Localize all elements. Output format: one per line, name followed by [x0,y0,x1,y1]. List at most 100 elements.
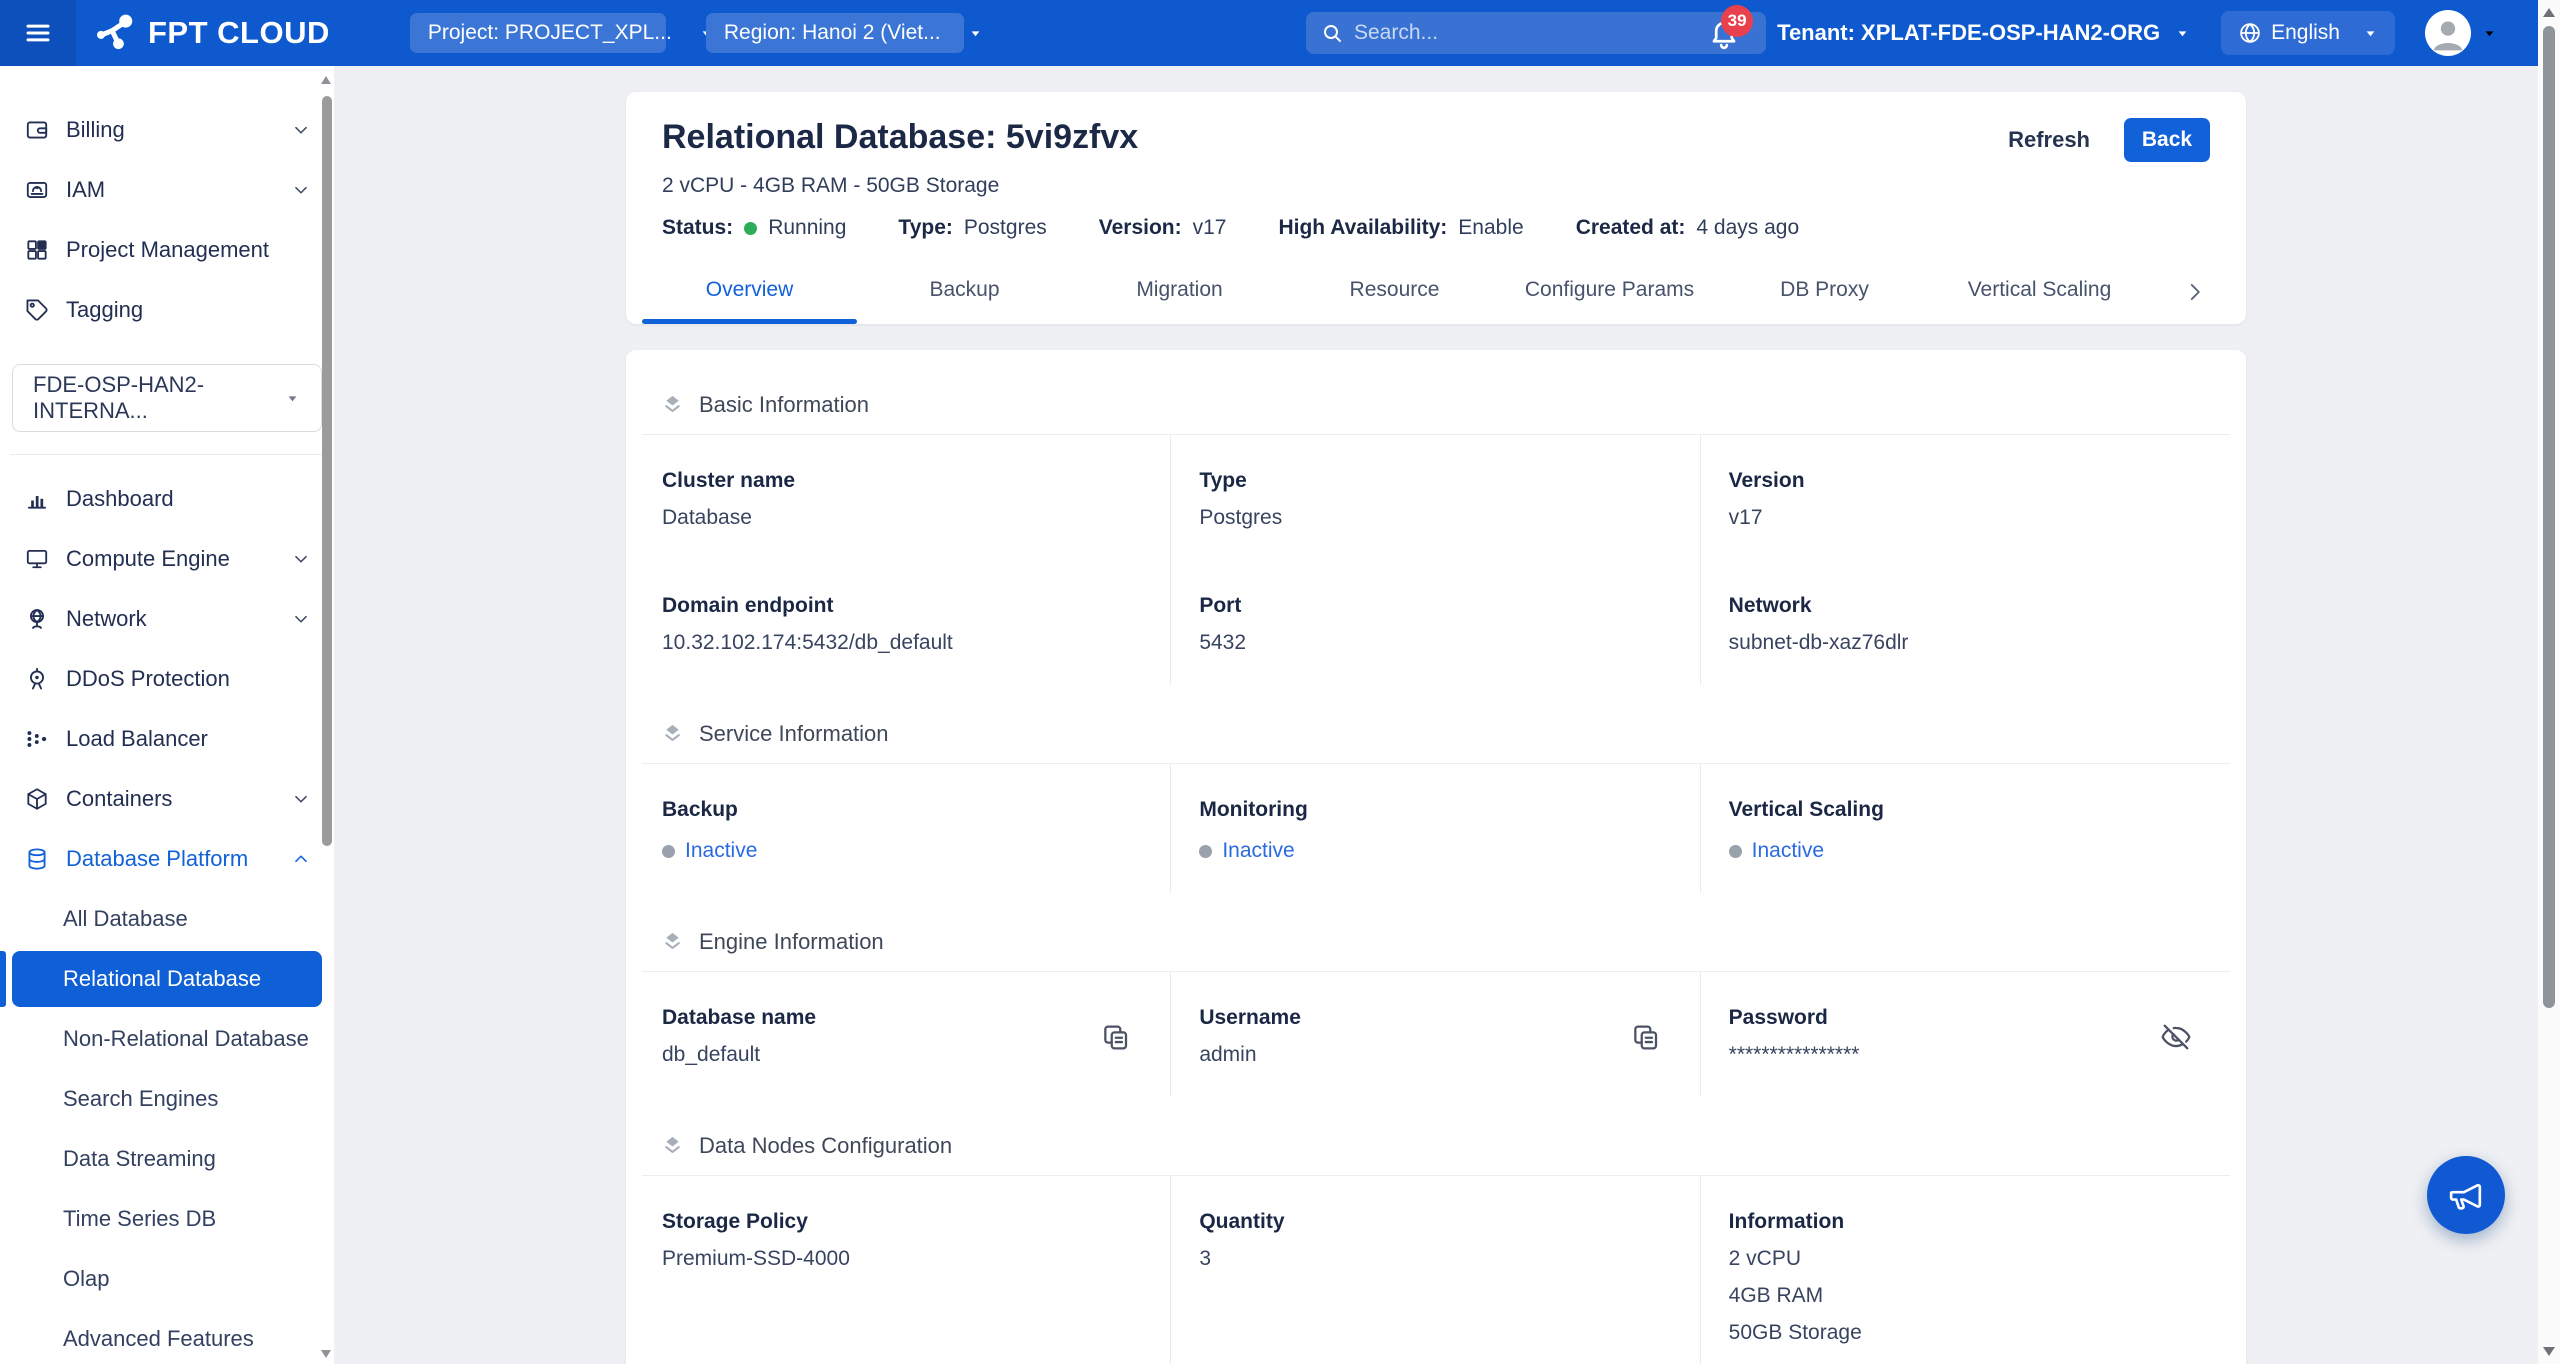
info-cell-network: Network subnet-db-xaz76dlr [1701,560,2230,685]
tab-backup[interactable]: Backup [857,278,1072,324]
sidebar-scrollbar[interactable] [322,96,332,846]
info-cell-version: Version v17 [1701,435,2230,560]
nodes-icon [24,726,50,752]
copy-button[interactable] [1630,1021,1662,1053]
sidebar-item-label: IAM [66,177,274,203]
project-dropdown[interactable]: Project: PROJECT_XPL... [410,13,666,53]
globe-stand-icon [24,606,50,632]
tab-migration[interactable]: Migration [1072,278,1287,324]
copy-button[interactable] [1100,1021,1132,1053]
caret-down-icon [2481,25,2498,42]
language-label: English [2271,21,2340,45]
project-dropdown-label: Project: PROJECT_XPL... [428,21,672,45]
sidebar-subitem-all-database[interactable]: All Database [0,889,334,949]
info-row: Cluster name Database Type Postgres Vers… [642,435,2230,560]
database-icon [24,846,50,872]
sidebar-subitem-non-relational-database[interactable]: Non-Relational Database [0,1009,334,1069]
sidebar-scroll-down-arrow[interactable] [321,1350,331,1358]
page-scrollbar-track[interactable] [2538,0,2560,1364]
page-scroll-up-arrow[interactable] [2543,8,2555,17]
announcement-fab[interactable] [2427,1156,2505,1234]
sidebar-subitem-search-engines[interactable]: Search Engines [0,1069,334,1129]
sidebar-item-containers[interactable]: Containers [0,769,334,829]
box-icon [24,786,50,812]
tab-resource[interactable]: Resource [1287,278,1502,324]
tabs-bar: OverviewBackupMigrationResourceConfigure… [626,260,2246,324]
chevron-down-icon [290,548,312,570]
sidebar-subitem-advanced-features[interactable]: Advanced Features [0,1309,334,1364]
inactive-dot [1729,845,1742,858]
tab-vertical-scaling[interactable]: Vertical Scaling [1932,278,2147,324]
sidebar-item-label: Tagging [66,297,312,323]
info-cell-monitoring: Monitoring Inactive [1171,764,1700,893]
sidebar-item-iam[interactable]: IAM [0,160,334,220]
sidebar-item-ddos-protection[interactable]: DDoS Protection [0,649,334,709]
sidebar-subitem-label: All Database [63,906,188,932]
tab-configure-params[interactable]: Configure Params [1502,278,1717,324]
monitoring-status-link[interactable]: Inactive [1222,839,1294,863]
sidebar-item-network[interactable]: Network [0,589,334,649]
sidebar-item-dashboard[interactable]: Dashboard [0,469,334,529]
page-scroll-down-arrow[interactable] [2543,1347,2555,1356]
sidebar-subitem-relational-database[interactable]: Relational Database [12,951,322,1007]
search-input[interactable] [1354,21,1752,45]
info-cell-information: Information 2 vCPU4GB RAM50GB Storage [1701,1176,2230,1364]
id-card-icon [24,177,50,203]
sidebar-item-project-management[interactable]: Project Management [0,220,334,280]
page-scrollbar-thumb[interactable] [2543,26,2555,1008]
info-cell-vertical-scaling: Vertical Scaling Inactive [1701,764,2230,893]
sidebar-item-load-balancer[interactable]: Load Balancer [0,709,334,769]
info-cell-quantity: Quantity 3 [1171,1176,1700,1364]
sidebar-item-compute-engine[interactable]: Compute Engine [0,529,334,589]
meta-version: Version: v17 [1099,216,1227,240]
sidebar-item-label: DDoS Protection [66,666,312,692]
sidebar-item-tagging[interactable]: Tagging [0,280,334,340]
caret-down-icon [2174,25,2191,42]
inactive-dot [1199,845,1212,858]
caret-down-icon [284,390,301,407]
sidebar-scroll-up-arrow[interactable] [321,76,331,84]
sidebar-subitem-label: Relational Database [63,966,261,992]
page-title: Relational Database: 5vi9zfvx [662,118,1138,157]
database-meta-row: Status: Running Type: Postgres Version: … [626,216,2246,240]
sidebar-subitem-label: Olap [63,1266,109,1292]
sidebar-item-billing[interactable]: Billing [0,100,334,160]
copy-icon [1100,1021,1132,1053]
info-row: Backup Inactive Monitoring Inactive Vert… [642,764,2230,893]
refresh-button[interactable]: Refresh [2008,127,2090,153]
tabs-overflow-button[interactable] [2182,279,2208,305]
section-header-service-information: Service Information [660,721,2212,747]
back-button[interactable]: Back [2124,118,2210,162]
chevron-down-icon [290,608,312,630]
backup-status-link[interactable]: Inactive [685,839,757,863]
overview-content-card: Basic Information Cluster name Database … [626,350,2246,1364]
sidebar-item-label: Compute Engine [66,546,274,572]
region-dropdown-label: Region: Hanoi 2 (Viet... [724,21,941,45]
sidebar-subitem-olap[interactable]: Olap [0,1249,334,1309]
sidebar-item-label: Load Balancer [66,726,312,752]
caret-down-icon [2362,25,2379,42]
org-select[interactable]: FDE-OSP-HAN2-INTERNA... [12,364,322,432]
sidebar-subitem-data-streaming[interactable]: Data Streaming [0,1129,334,1189]
region-dropdown[interactable]: Region: Hanoi 2 (Viet... [706,13,964,53]
tenant-dropdown[interactable]: Tenant: XPLAT-FDE-OSP-HAN2-ORG [1777,20,2191,46]
vertical-scaling-status-link[interactable]: Inactive [1752,839,1824,863]
user-menu[interactable] [2425,10,2498,56]
chevron-down-icon [290,788,312,810]
avatar [2425,10,2471,56]
language-dropdown[interactable]: English [2221,11,2395,55]
sidebar-subitem-time-series-db[interactable]: Time Series DB [0,1189,334,1249]
notifications-button[interactable]: 39 [1707,11,1747,55]
layers-icon [660,393,685,418]
tab-db-proxy[interactable]: DB Proxy [1717,278,1932,324]
hamburger-menu-button[interactable] [0,0,76,66]
tab-overview[interactable]: Overview [642,278,857,324]
database-header-card: Relational Database: 5vi9zfvx Refresh Ba… [626,92,2246,324]
toggle-password-button[interactable] [2160,1021,2192,1053]
navbar-right: 39 Tenant: XPLAT-FDE-OSP-HAN2-ORG Englis… [1707,0,2498,66]
org-select-label: FDE-OSP-HAN2-INTERNA... [33,372,284,424]
sidebar-item-database-platform[interactable]: Database Platform [0,829,334,889]
info-cell-domain-endpoint: Domain endpoint 10.32.102.174:5432/db_de… [642,560,1171,685]
wallet-icon [24,117,50,143]
sidebar-subitem-label: Non-Relational Database [63,1026,309,1052]
